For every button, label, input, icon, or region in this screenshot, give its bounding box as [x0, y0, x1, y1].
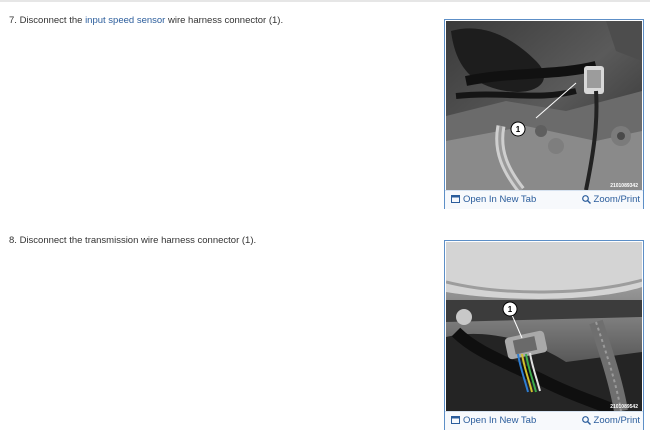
step-7-photo[interactable]: 1 2101089342 [446, 21, 642, 190]
magnifier-icon [581, 416, 591, 425]
callout-number: 1 [508, 305, 513, 314]
step-8-text: 8. Disconnect the transmission wire harn… [9, 235, 256, 247]
zoom-print-button[interactable]: Zoom/Print [581, 194, 640, 206]
step-7-number: 7. [9, 15, 17, 26]
step-7-text-before: Disconnect the [19, 15, 83, 26]
open-in-new-tab-label: Open In New Tab [463, 415, 537, 426]
open-in-new-tab-button[interactable]: Open In New Tab [451, 415, 536, 427]
step-8-photo[interactable]: 1 2101089542 [446, 242, 642, 411]
step-8-figure: 1 2101089542 Open In New Tab Zoom/Print [444, 240, 644, 430]
open-in-new-tab-icon [451, 195, 460, 204]
zoom-print-label: Zoom/Print [593, 194, 640, 205]
callout-number: 1 [516, 125, 521, 134]
zoom-print-button[interactable]: Zoom/Print [581, 415, 640, 427]
figure-part-number: 2101089342 [610, 183, 638, 189]
transmission-connector-photo: 1 2101089542 [446, 242, 642, 411]
zoom-print-label: Zoom/Print [593, 415, 640, 426]
figure-part-number: 2101089542 [610, 404, 638, 410]
step-8-number: 8. [9, 235, 17, 246]
step-8-body: Disconnect the transmission wire harness… [19, 235, 257, 246]
step-7-text-after: wire harness connector (1). [167, 15, 284, 26]
input-speed-sensor-link[interactable]: input speed sensor [85, 15, 165, 26]
figure-toolbar: Open In New Tab Zoom/Print [445, 190, 643, 209]
open-in-new-tab-icon [451, 416, 460, 425]
open-in-new-tab-button[interactable]: Open In New Tab [451, 194, 536, 206]
step-7-text: 7. Disconnect the input speed sensor wir… [9, 15, 283, 27]
magnifier-icon [581, 195, 591, 204]
engine-bay-photo: 1 2101089342 [446, 21, 642, 190]
step-7-figure: 1 2101089342 Open In New Tab Zoom/Print [444, 19, 644, 209]
figure-toolbar: Open In New Tab Zoom/Print [445, 411, 643, 430]
open-in-new-tab-label: Open In New Tab [463, 194, 537, 205]
top-divider [0, 0, 650, 2]
